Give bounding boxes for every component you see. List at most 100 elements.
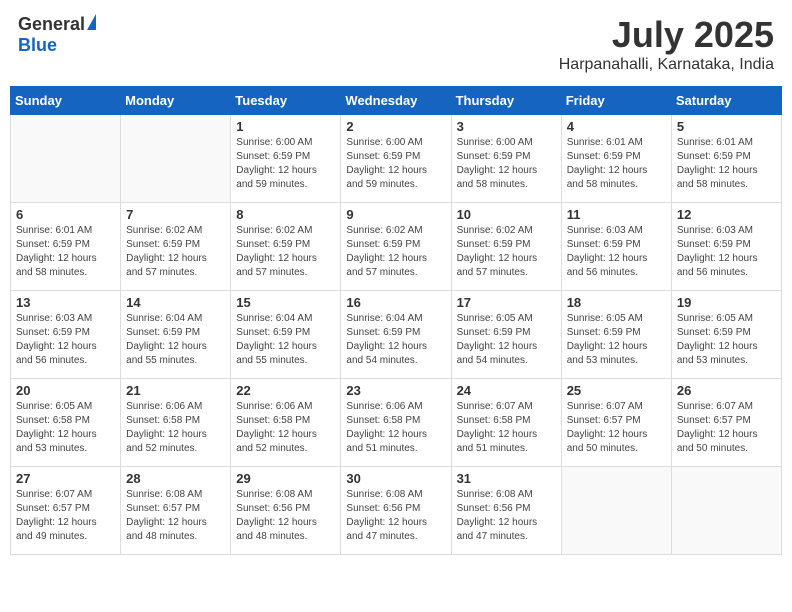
day-info: Sunrise: 6:01 AM Sunset: 6:59 PM Dayligh… — [16, 224, 115, 280]
day-number: 25 — [567, 383, 666, 398]
calendar-cell: 22Sunrise: 6:06 AM Sunset: 6:58 PM Dayli… — [231, 379, 341, 467]
calendar-cell — [11, 115, 121, 203]
day-info: Sunrise: 6:08 AM Sunset: 6:57 PM Dayligh… — [126, 488, 225, 544]
calendar-cell: 19Sunrise: 6:05 AM Sunset: 6:59 PM Dayli… — [671, 291, 781, 379]
calendar-cell: 1 Sunrise: 6:00 AM Sunset: 6:59 PM Daylig… — [231, 115, 341, 203]
calendar-cell: 25 Sunrise: 6:07 AM Sunset: 6:57 PM Dayli… — [561, 379, 671, 467]
day-number: 21 — [126, 383, 225, 398]
logo-general: General — [18, 14, 85, 35]
day-info: Sunrise: 6:02 AM Sunset: 6:59 PM Dayligh… — [236, 224, 335, 280]
logo-blue: Blue — [18, 35, 57, 55]
page-header: General Blue July 2025 Harpanahalli, Kar… — [10, 10, 782, 78]
day-number: 4 — [567, 119, 666, 134]
calendar-cell: 6 Sunrise: 6:01 AM Sunset: 6:59 PM Daylig… — [11, 203, 121, 291]
day-info: Sunrise: 6:08 AM Sunset: 6:56 PM Dayligh… — [457, 488, 556, 544]
day-number: 12 — [677, 207, 776, 222]
day-info: Sunrise: 6:01 AM Sunset: 6:59 PM Dayligh… — [677, 136, 776, 192]
calendar-cell: 23Sunrise: 6:06 AM Sunset: 6:58 PM Dayli… — [341, 379, 451, 467]
day-info: Sunrise: 6:04 AM Sunset: 6:59 PM Dayligh… — [236, 312, 335, 368]
day-info: Sunrise: 6:05 AM Sunset: 6:59 PM Dayligh… — [567, 312, 666, 368]
day-number: 14 — [126, 295, 225, 310]
day-number: 10 — [457, 207, 556, 222]
calendar-cell: 4 Sunrise: 6:01 AM Sunset: 6:59 PM Daylig… — [561, 115, 671, 203]
location-title: Harpanahalli, Karnataka, India — [559, 56, 774, 74]
calendar-week-1: 1 Sunrise: 6:00 AM Sunset: 6:59 PM Daylig… — [11, 115, 782, 203]
calendar-cell: 15 Sunrise: 6:04 AM Sunset: 6:59 PM Dayli… — [231, 291, 341, 379]
day-info: Sunrise: 6:07 AM Sunset: 6:57 PM Dayligh… — [677, 400, 776, 456]
calendar-cell: 7 Sunrise: 6:02 AM Sunset: 6:59 PM Daylig… — [121, 203, 231, 291]
day-number: 9 — [346, 207, 445, 222]
day-info: Sunrise: 6:07 AM Sunset: 6:58 PM Dayligh… — [457, 400, 556, 456]
month-title: July 2025 — [559, 14, 774, 56]
day-number: 17 — [457, 295, 556, 310]
calendar-cell: 10Sunrise: 6:02 AM Sunset: 6:59 PM Dayli… — [451, 203, 561, 291]
calendar-cell: 5 Sunrise: 6:01 AM Sunset: 6:59 PM Daylig… — [671, 115, 781, 203]
day-number: 1 — [236, 119, 335, 134]
calendar-week-3: 13Sunrise: 6:03 AM Sunset: 6:59 PM Dayli… — [11, 291, 782, 379]
day-number: 6 — [16, 207, 115, 222]
calendar-cell: 27Sunrise: 6:07 AM Sunset: 6:57 PM Dayli… — [11, 467, 121, 555]
col-thursday: Thursday — [451, 87, 561, 115]
calendar-cell: 9 Sunrise: 6:02 AM Sunset: 6:59 PM Daylig… — [341, 203, 451, 291]
calendar-cell: 17 Sunrise: 6:05 AM Sunset: 6:59 PM Dayli… — [451, 291, 561, 379]
title-area: July 2025 Harpanahalli, Karnataka, India — [559, 14, 774, 74]
day-info: Sunrise: 6:02 AM Sunset: 6:59 PM Dayligh… — [346, 224, 445, 280]
day-number: 5 — [677, 119, 776, 134]
day-info: Sunrise: 6:07 AM Sunset: 6:57 PM Dayligh… — [567, 400, 666, 456]
calendar-cell: 12Sunrise: 6:03 AM Sunset: 6:59 PM Dayli… — [671, 203, 781, 291]
day-number: 26 — [677, 383, 776, 398]
day-number: 28 — [126, 471, 225, 486]
calendar-week-4: 20 Sunrise: 6:05 AM Sunset: 6:58 PM Dayli… — [11, 379, 782, 467]
day-number: 7 — [126, 207, 225, 222]
calendar-cell: 21 Sunrise: 6:06 AM Sunset: 6:58 PM Dayli… — [121, 379, 231, 467]
calendar-cell: 3Sunrise: 6:00 AM Sunset: 6:59 PM Daylig… — [451, 115, 561, 203]
day-info: Sunrise: 6:05 AM Sunset: 6:58 PM Dayligh… — [16, 400, 115, 456]
calendar-cell — [561, 467, 671, 555]
calendar-cell: 28 Sunrise: 6:08 AM Sunset: 6:57 PM Dayli… — [121, 467, 231, 555]
col-saturday: Saturday — [671, 87, 781, 115]
calendar-cell: 8 Sunrise: 6:02 AM Sunset: 6:59 PM Daylig… — [231, 203, 341, 291]
day-info: Sunrise: 6:01 AM Sunset: 6:59 PM Dayligh… — [567, 136, 666, 192]
calendar-cell — [121, 115, 231, 203]
calendar-cell: 29Sunrise: 6:08 AM Sunset: 6:56 PM Dayli… — [231, 467, 341, 555]
calendar-cell: 13Sunrise: 6:03 AM Sunset: 6:59 PM Dayli… — [11, 291, 121, 379]
day-number: 27 — [16, 471, 115, 486]
calendar-cell: 31 Sunrise: 6:08 AM Sunset: 6:56 PM Dayli… — [451, 467, 561, 555]
day-number: 15 — [236, 295, 335, 310]
day-number: 30 — [346, 471, 445, 486]
calendar-cell: 14 Sunrise: 6:04 AM Sunset: 6:59 PM Dayli… — [121, 291, 231, 379]
logo-icon — [87, 14, 96, 30]
day-info: Sunrise: 6:06 AM Sunset: 6:58 PM Dayligh… — [346, 400, 445, 456]
day-number: 13 — [16, 295, 115, 310]
day-info: Sunrise: 6:00 AM Sunset: 6:59 PM Dayligh… — [236, 136, 335, 192]
day-number: 8 — [236, 207, 335, 222]
calendar-cell: 24Sunrise: 6:07 AM Sunset: 6:58 PM Dayli… — [451, 379, 561, 467]
day-info: Sunrise: 6:03 AM Sunset: 6:59 PM Dayligh… — [567, 224, 666, 280]
col-sunday: Sunday — [11, 87, 121, 115]
day-number: 18 — [567, 295, 666, 310]
day-number: 3 — [457, 119, 556, 134]
day-info: Sunrise: 6:08 AM Sunset: 6:56 PM Dayligh… — [346, 488, 445, 544]
day-info: Sunrise: 6:02 AM Sunset: 6:59 PM Dayligh… — [126, 224, 225, 280]
calendar-cell: 20 Sunrise: 6:05 AM Sunset: 6:58 PM Dayli… — [11, 379, 121, 467]
calendar-cell: 30 Sunrise: 6:08 AM Sunset: 6:56 PM Dayli… — [341, 467, 451, 555]
col-friday: Friday — [561, 87, 671, 115]
calendar-cell — [671, 467, 781, 555]
day-info: Sunrise: 6:04 AM Sunset: 6:59 PM Dayligh… — [346, 312, 445, 368]
calendar-cell: 16 Sunrise: 6:04 AM Sunset: 6:59 PM Dayli… — [341, 291, 451, 379]
calendar-header-row: Sunday Monday Tuesday Wednesday Thursday… — [11, 87, 782, 115]
calendar-cell: 2 Sunrise: 6:00 AM Sunset: 6:59 PM Daylig… — [341, 115, 451, 203]
day-info: Sunrise: 6:05 AM Sunset: 6:59 PM Dayligh… — [457, 312, 556, 368]
day-number: 16 — [346, 295, 445, 310]
col-wednesday: Wednesday — [341, 87, 451, 115]
day-number: 20 — [16, 383, 115, 398]
calendar-cell: 18 Sunrise: 6:05 AM Sunset: 6:59 PM Dayli… — [561, 291, 671, 379]
day-number: 31 — [457, 471, 556, 486]
day-number: 11 — [567, 207, 666, 222]
day-info: Sunrise: 6:00 AM Sunset: 6:59 PM Dayligh… — [346, 136, 445, 192]
day-number: 2 — [346, 119, 445, 134]
calendar-week-5: 27Sunrise: 6:07 AM Sunset: 6:57 PM Dayli… — [11, 467, 782, 555]
day-info: Sunrise: 6:06 AM Sunset: 6:58 PM Dayligh… — [126, 400, 225, 456]
day-info: Sunrise: 6:04 AM Sunset: 6:59 PM Dayligh… — [126, 312, 225, 368]
calendar-week-2: 6 Sunrise: 6:01 AM Sunset: 6:59 PM Daylig… — [11, 203, 782, 291]
